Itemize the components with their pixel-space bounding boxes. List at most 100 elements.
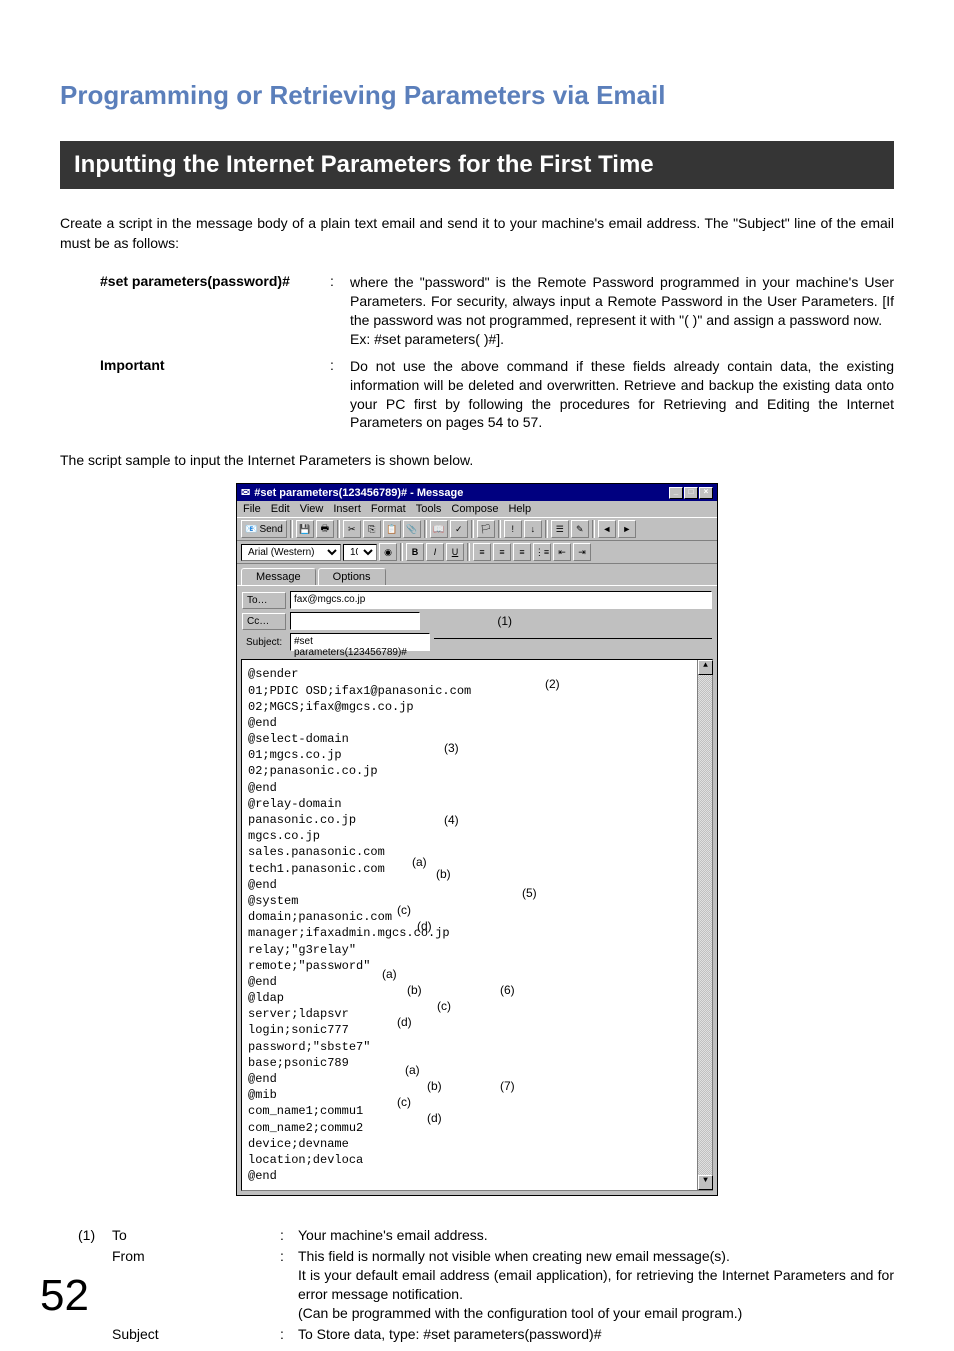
- format-bar: Arial (Western) 10 ◉ B I U ≡ ≡ ≡ ⋮≡ ⇤ ⇥: [237, 541, 717, 564]
- options-icon[interactable]: ☰: [551, 520, 569, 538]
- minimize-button[interactable]: _: [669, 487, 683, 499]
- body-line: 01;mgcs.co.jp: [248, 747, 706, 763]
- fields-panel: To… fax@mgcs.co.jp Cc… (1) Subject: #set…: [237, 585, 717, 659]
- legend-subject-desc: To Store data, type: #set parameters(pas…: [298, 1325, 894, 1344]
- signature-icon[interactable]: ✎: [571, 520, 589, 538]
- menu-compose[interactable]: Compose: [451, 503, 498, 515]
- body-line: com_name1;commu1: [248, 1103, 706, 1119]
- to-button[interactable]: To…: [242, 592, 286, 609]
- set-param-desc: where the "password" is the Remote Passw…: [350, 273, 894, 349]
- marker-b7: (b): [427, 1078, 442, 1094]
- marker-a5: (a): [412, 854, 427, 870]
- italic-icon[interactable]: I: [426, 543, 444, 561]
- mail-icon: ✉: [241, 486, 250, 499]
- bold-icon[interactable]: B: [406, 543, 424, 561]
- send-button[interactable]: 📧Send: [241, 520, 287, 538]
- marker-2: (2): [545, 676, 560, 692]
- cc-input[interactable]: [290, 612, 420, 630]
- tab-options[interactable]: Options: [318, 568, 386, 585]
- to-input[interactable]: fax@mgcs.co.jp: [290, 591, 712, 609]
- sample-intro: The script sample to input the Internet …: [60, 452, 894, 468]
- important-desc: Do not use the above command if these fi…: [350, 357, 894, 433]
- body-line: @ldap: [248, 990, 706, 1006]
- print-icon[interactable]: 🖶: [316, 520, 334, 538]
- underline-icon[interactable]: U: [446, 543, 464, 561]
- checknames-icon[interactable]: ✓: [450, 520, 468, 538]
- title-bar: ✉ #set parameters(123456789)# - Message …: [237, 484, 717, 501]
- cut-icon[interactable]: ✂: [343, 520, 361, 538]
- maximize-button[interactable]: □: [684, 487, 698, 499]
- marker-a7: (a): [405, 1062, 420, 1078]
- save-icon[interactable]: 💾: [296, 520, 314, 538]
- priority-high-icon[interactable]: !: [504, 520, 522, 538]
- body-line: @end: [248, 877, 706, 893]
- cc-button[interactable]: Cc…: [242, 613, 286, 630]
- intro-text: Create a script in the message body of a…: [60, 214, 894, 253]
- body-line: sales.panasonic.com: [248, 844, 706, 860]
- align-right-icon[interactable]: ≡: [513, 543, 531, 561]
- indent-icon[interactable]: ⇥: [573, 543, 591, 561]
- marker-d6: (d): [397, 1014, 412, 1030]
- legend-to-label: To: [112, 1226, 280, 1245]
- toolbar: 📧Send 💾 🖶 ✂ ⎘ 📋 📎 📖 ✓ 🏳 ! ↓ ☰ ✎ ◄ ►: [237, 517, 717, 541]
- email-body[interactable]: @sender01;PDIC OSD;ifax1@panasonic.com02…: [241, 659, 713, 1191]
- legend-from-label: From: [112, 1247, 280, 1323]
- legend-table: (1) To : Your machine's email address. F…: [78, 1226, 894, 1343]
- marker-3: (3): [444, 740, 459, 756]
- legend-num-1: (1): [78, 1226, 112, 1245]
- scrollbar[interactable]: ▲ ▼: [697, 660, 712, 1190]
- menu-format[interactable]: Format: [371, 503, 406, 515]
- flag-icon[interactable]: 🏳: [477, 520, 495, 538]
- bullets-icon[interactable]: ⋮≡: [533, 543, 551, 561]
- colon: :: [330, 357, 350, 433]
- body-line: relay;"g3relay": [248, 942, 706, 958]
- copy-icon[interactable]: ⎘: [363, 520, 381, 538]
- tab-message[interactable]: Message: [241, 568, 316, 585]
- align-left-icon[interactable]: ≡: [473, 543, 491, 561]
- prev-icon[interactable]: ◄: [598, 520, 616, 538]
- next-icon[interactable]: ►: [618, 520, 636, 538]
- body-line: @sender: [248, 666, 706, 682]
- addressbook-icon[interactable]: 📖: [430, 520, 448, 538]
- attach-icon[interactable]: 📎: [403, 520, 421, 538]
- scroll-up-icon[interactable]: ▲: [698, 660, 713, 675]
- menu-bar: File Edit View Insert Format Tools Compo…: [237, 501, 717, 517]
- important-label: Important: [100, 357, 330, 433]
- marker-c5: (c): [397, 902, 411, 918]
- menu-edit[interactable]: Edit: [271, 503, 290, 515]
- marker-d7: (d): [427, 1110, 442, 1126]
- body-line: @end: [248, 974, 706, 990]
- body-line: @system: [248, 893, 706, 909]
- marker-6: (6): [500, 982, 515, 998]
- body-line: domain;panasonic.com: [248, 909, 706, 925]
- menu-insert[interactable]: Insert: [333, 503, 361, 515]
- menu-tools[interactable]: Tools: [416, 503, 442, 515]
- menu-view[interactable]: View: [300, 503, 324, 515]
- body-line: @end: [248, 1168, 706, 1184]
- body-line: @end: [248, 715, 706, 731]
- priority-low-icon[interactable]: ↓: [524, 520, 542, 538]
- marker-d5: (d): [417, 918, 432, 934]
- body-line: remote;"password": [248, 958, 706, 974]
- scroll-down-icon[interactable]: ▼: [698, 1175, 713, 1190]
- page-title: Programming or Retrieving Parameters via…: [60, 80, 894, 111]
- font-name-select[interactable]: Arial (Western): [241, 544, 341, 561]
- marker-c7: (c): [397, 1094, 411, 1110]
- menu-help[interactable]: Help: [508, 503, 531, 515]
- outdent-icon[interactable]: ⇤: [553, 543, 571, 561]
- font-color-icon[interactable]: ◉: [379, 543, 397, 561]
- paste-icon[interactable]: 📋: [383, 520, 401, 538]
- marker-1: (1): [497, 614, 512, 628]
- align-center-icon[interactable]: ≡: [493, 543, 511, 561]
- font-size-select[interactable]: 10: [343, 544, 377, 561]
- body-line: @end: [248, 1071, 706, 1087]
- section-header: Inputting the Internet Parameters for th…: [60, 141, 894, 189]
- body-line: @mib: [248, 1087, 706, 1103]
- close-button[interactable]: ×: [699, 487, 713, 499]
- menu-file[interactable]: File: [243, 503, 261, 515]
- body-line: server;ldapsvr: [248, 1006, 706, 1022]
- body-line: @select-domain: [248, 731, 706, 747]
- subject-input[interactable]: #set parameters(123456789)#: [290, 633, 430, 651]
- marker-b6: (b): [407, 982, 422, 998]
- email-window: ✉ #set parameters(123456789)# - Message …: [236, 483, 718, 1196]
